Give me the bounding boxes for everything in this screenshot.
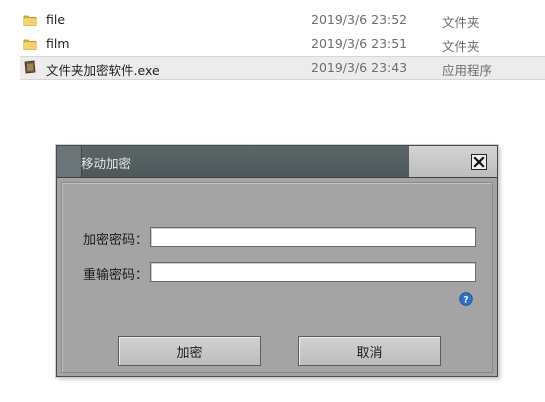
help-icon[interactable]: ? [459, 292, 473, 306]
encrypt-dialog: 移动加密 加密密码： 重输密码： ? 加密 取消 [56, 145, 498, 377]
titlebar-strip [57, 146, 82, 177]
file-type: 应用程序 [442, 63, 493, 78]
close-icon [473, 156, 485, 168]
file-row-file[interactable]: file 2019/3/6 23:52 文件夹 [0, 8, 545, 32]
application-icon [24, 60, 36, 74]
file-list: file 2019/3/6 23:52 文件夹 film 2019/3/6 23… [0, 8, 545, 80]
encrypt-password-input[interactable] [150, 227, 476, 247]
confirm-password-label: 重输密码： [83, 268, 149, 283]
file-name: 文件夹加密软件.exe [46, 63, 160, 78]
confirm-password-input[interactable] [150, 262, 476, 282]
file-row-exe[interactable]: 文件夹加密软件.exe 2019/3/6 23:43 应用程序 [20, 56, 545, 80]
file-type: 文件夹 [442, 15, 480, 30]
encrypt-button[interactable]: 加密 [118, 336, 261, 366]
folder-icon [23, 39, 37, 50]
folder-icon [23, 15, 37, 26]
file-name: file [46, 12, 66, 27]
cancel-button[interactable]: 取消 [298, 336, 441, 366]
dialog-title: 移动加密 [81, 156, 132, 171]
file-date: 2019/3/6 23:51 [311, 36, 408, 51]
encrypt-password-label: 加密密码： [83, 233, 149, 248]
dialog-body: 加密密码： 重输密码： ? 加密 取消 [61, 182, 493, 373]
dialog-titlebar[interactable]: 移动加密 [57, 146, 497, 178]
file-date: 2019/3/6 23:52 [311, 12, 408, 27]
svg-text:?: ? [463, 296, 468, 306]
file-date: 2019/3/6 23:43 [311, 60, 408, 75]
file-type: 文件夹 [442, 39, 480, 54]
file-name: film [46, 36, 70, 51]
file-row-film[interactable]: film 2019/3/6 23:51 文件夹 [0, 32, 545, 56]
close-button[interactable] [471, 154, 487, 170]
